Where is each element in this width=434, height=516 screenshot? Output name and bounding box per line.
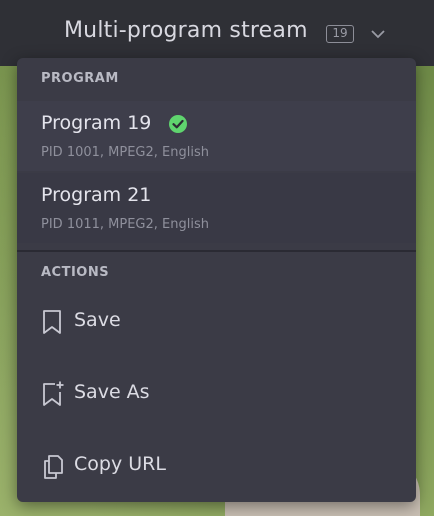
- save-as-button[interactable]: Save As: [17, 367, 416, 423]
- menu-divider: [17, 250, 416, 252]
- save-label: Save: [74, 309, 121, 331]
- copy-icon: [44, 455, 63, 479]
- program-name: Program 19: [41, 112, 152, 134]
- program-name: Program 21: [41, 184, 152, 206]
- actions-section-header: ACTIONS: [41, 265, 110, 280]
- save-button[interactable]: Save: [17, 295, 416, 351]
- program-section-header: PROGRAM: [41, 71, 119, 86]
- save-as-label: Save As: [74, 381, 150, 403]
- copy-url-label: Copy URL: [74, 453, 166, 475]
- program-details: PID 1011, MPEG2, English: [41, 217, 209, 232]
- bookmark-plus-icon: [43, 381, 64, 406]
- program-details: PID 1001, MPEG2, English: [41, 145, 209, 160]
- program-item-21[interactable]: Program 21 PID 1011, MPEG2, English: [17, 173, 416, 243]
- chevron-down-icon[interactable]: [370, 28, 386, 40]
- stream-title[interactable]: Multi-program stream: [64, 18, 308, 43]
- program-count-badge: 19: [326, 25, 354, 43]
- program-dropdown-menu: PROGRAM Program 19 PID 1001, MPEG2, Engl…: [17, 58, 416, 502]
- program-item-19[interactable]: Program 19 PID 1001, MPEG2, English: [17, 101, 416, 171]
- check-circle-icon: [169, 115, 187, 133]
- copy-url-button[interactable]: Copy URL: [17, 439, 416, 495]
- stream-header[interactable]: Multi-program stream 19: [0, 0, 434, 66]
- bookmark-icon: [43, 310, 61, 334]
